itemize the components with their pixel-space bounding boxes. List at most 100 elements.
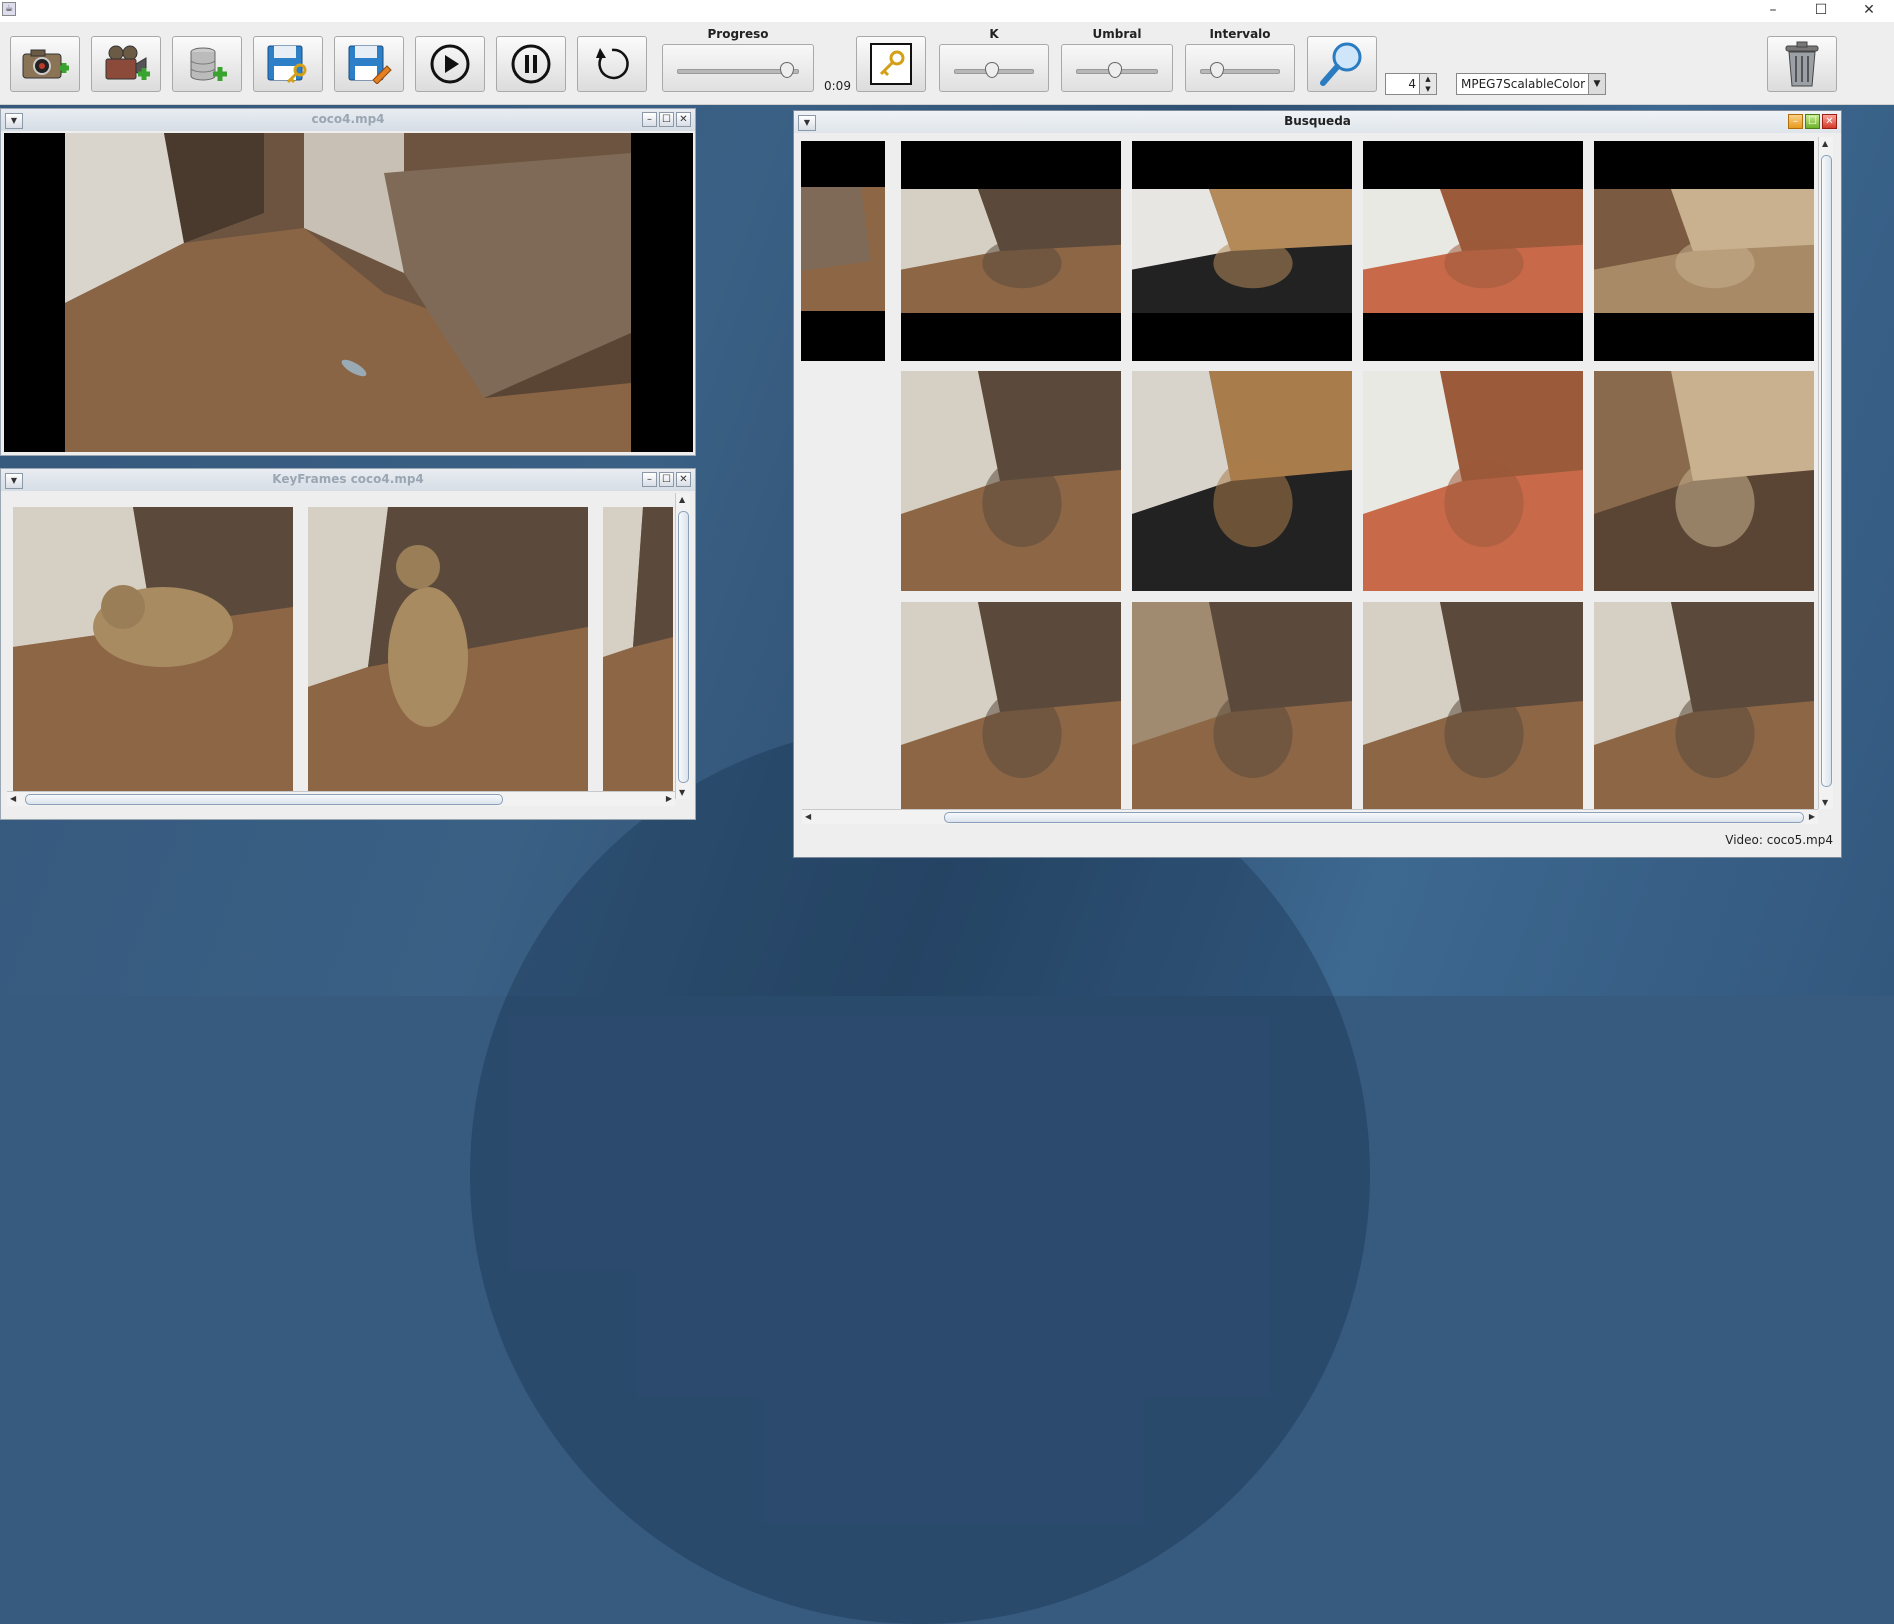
scrollbar-thumb[interactable] xyxy=(678,511,689,783)
umbral-slider-group: Umbral Similitud xyxy=(1061,26,1173,92)
video-player[interactable] xyxy=(4,133,693,452)
keyframe-image xyxy=(13,507,293,791)
descriptor-select[interactable]: MPEG7ScalableColor ▼ xyxy=(1456,73,1606,95)
window-maximize-button[interactable]: ☐ xyxy=(1798,0,1844,22)
search-button[interactable] xyxy=(1307,36,1377,92)
result-image xyxy=(1594,371,1814,591)
main-toolbar: Progreso 0:09 K Umbral Similitud Interva… xyxy=(0,22,1894,105)
maximize-icon[interactable]: ☐ xyxy=(659,112,674,127)
add-database-button[interactable] xyxy=(172,36,242,92)
video-frame-titlebar[interactable]: ▼ coco4.mp4 – ☐ ✕ xyxy=(1,109,695,131)
keyframes-horizontal-scrollbar[interactable]: ◀ ▶ xyxy=(7,791,675,806)
result-image xyxy=(1132,602,1352,821)
play-icon xyxy=(430,44,470,84)
busqueda-titlebar[interactable]: ▼ Busqueda – ☐ ✕ xyxy=(794,111,1841,133)
result-image xyxy=(1132,189,1352,313)
window-minimize-button[interactable]: – xyxy=(1750,0,1796,22)
pause-icon xyxy=(511,44,551,84)
app-titlebar: ☕ – ☐ ✕ xyxy=(0,0,1894,22)
minimize-icon[interactable]: – xyxy=(642,112,657,127)
keyframes-titlebar[interactable]: ▼ KeyFrames coco4.mp4 – ☐ ✕ xyxy=(1,469,695,491)
k-spinner-value: 4 xyxy=(1408,77,1416,91)
result-thumbnail[interactable] xyxy=(1594,602,1814,821)
maximize-icon[interactable]: ☐ xyxy=(1805,114,1820,129)
keyframe-thumbnail[interactable] xyxy=(308,507,588,791)
k-slider-group: K xyxy=(939,26,1049,92)
close-icon[interactable]: ✕ xyxy=(676,472,691,487)
close-icon[interactable]: ✕ xyxy=(1822,114,1837,129)
scrollbar-thumb[interactable] xyxy=(25,794,503,805)
umbral-slider[interactable] xyxy=(1061,44,1173,92)
window-close-button[interactable]: ✕ xyxy=(1846,0,1892,22)
umbral-slider-thumb[interactable] xyxy=(1107,62,1122,78)
scrollbar-thumb[interactable] xyxy=(1821,155,1832,787)
result-thumbnail[interactable] xyxy=(1363,602,1583,821)
video-frame-window: ▼ coco4.mp4 – ☐ ✕ xyxy=(0,108,696,456)
k-spinner[interactable]: 4 ▲ ▼ xyxy=(1385,73,1437,95)
progress-slider[interactable] xyxy=(662,44,814,92)
k-label: K xyxy=(989,27,999,41)
delete-button[interactable] xyxy=(1767,36,1837,92)
save-key-button[interactable] xyxy=(253,36,323,92)
trash-icon xyxy=(1785,41,1819,87)
k-slider[interactable] xyxy=(939,44,1049,92)
search-results-grid xyxy=(801,141,1831,821)
pause-button[interactable] xyxy=(496,36,566,92)
keyframes-window: ▼ KeyFrames coco4.mp4 – ☐ ✕ ▲ ▼ ◀ ▶ xyxy=(0,468,696,820)
refresh-button[interactable] xyxy=(577,36,647,92)
minimize-icon[interactable]: – xyxy=(642,472,657,487)
close-icon[interactable]: ✕ xyxy=(676,112,691,127)
keyframe-thumbnail[interactable] xyxy=(603,507,673,791)
progress-slider-group: Progreso xyxy=(662,26,814,92)
scrollbar-thumb[interactable] xyxy=(944,812,1804,823)
result-thumbnail[interactable] xyxy=(1132,141,1352,361)
result-image xyxy=(901,602,1121,821)
busqueda-horizontal-scrollbar[interactable]: ◀ ▶ xyxy=(802,809,1818,824)
result-thumbnail[interactable] xyxy=(1594,371,1814,591)
scroll-right-icon[interactable]: ▶ xyxy=(666,794,672,803)
progress-slider-thumb[interactable] xyxy=(780,62,795,78)
chevron-down-icon[interactable]: ▼ xyxy=(1588,74,1605,94)
camera-add-icon xyxy=(22,49,69,79)
intervalo-slider[interactable] xyxy=(1185,44,1295,92)
intervalo-label: Intervalo xyxy=(1209,27,1271,41)
result-thumbnail[interactable] xyxy=(801,141,885,361)
minimize-icon[interactable]: – xyxy=(1788,114,1803,129)
scroll-down-icon[interactable]: ▼ xyxy=(679,788,685,797)
keyframe-button[interactable] xyxy=(856,36,926,92)
result-image xyxy=(1594,189,1814,313)
video-frame-title: coco4.mp4 xyxy=(311,112,385,126)
result-thumbnail[interactable] xyxy=(1594,141,1814,361)
intervalo-slider-group: Intervalo xyxy=(1185,26,1295,92)
result-thumbnail[interactable] xyxy=(1132,371,1352,591)
busqueda-vertical-scrollbar[interactable]: ▲ ▼ xyxy=(1818,137,1833,809)
spinner-arrows-icon[interactable]: ▲ ▼ xyxy=(1419,74,1436,94)
video-frame-image xyxy=(65,133,631,452)
play-button[interactable] xyxy=(415,36,485,92)
maximize-icon[interactable]: ☐ xyxy=(659,472,674,487)
scroll-right-icon[interactable]: ▶ xyxy=(1809,812,1815,821)
result-thumbnail[interactable] xyxy=(901,371,1121,591)
search-icon xyxy=(1320,42,1362,86)
scroll-left-icon[interactable]: ◀ xyxy=(10,794,16,803)
result-image xyxy=(801,187,885,311)
result-thumbnail[interactable] xyxy=(1363,141,1583,361)
intervalo-slider-thumb[interactable] xyxy=(1210,62,1225,78)
scroll-left-icon[interactable]: ◀ xyxy=(805,812,811,821)
scroll-up-icon[interactable]: ▲ xyxy=(679,495,685,504)
scroll-down-icon[interactable]: ▼ xyxy=(1822,798,1828,807)
scroll-up-icon[interactable]: ▲ xyxy=(1822,139,1828,148)
add-video-button[interactable] xyxy=(91,36,161,92)
descriptor-select-value: MPEG7ScalableColor xyxy=(1461,77,1586,91)
save-edit-button[interactable] xyxy=(334,36,404,92)
result-thumbnail[interactable] xyxy=(901,602,1121,821)
keyframe-thumbnail[interactable] xyxy=(13,507,293,791)
add-image-button[interactable] xyxy=(10,36,80,92)
result-thumbnail[interactable] xyxy=(1132,602,1352,821)
video-status-label: Video: coco5.mp4 xyxy=(1725,833,1833,847)
result-thumbnail[interactable] xyxy=(901,141,1121,361)
keyframes-vertical-scrollbar[interactable]: ▲ ▼ xyxy=(675,493,690,799)
result-thumbnail[interactable] xyxy=(1363,371,1583,591)
keyframe-icon xyxy=(870,43,912,85)
k-slider-thumb[interactable] xyxy=(984,62,999,78)
